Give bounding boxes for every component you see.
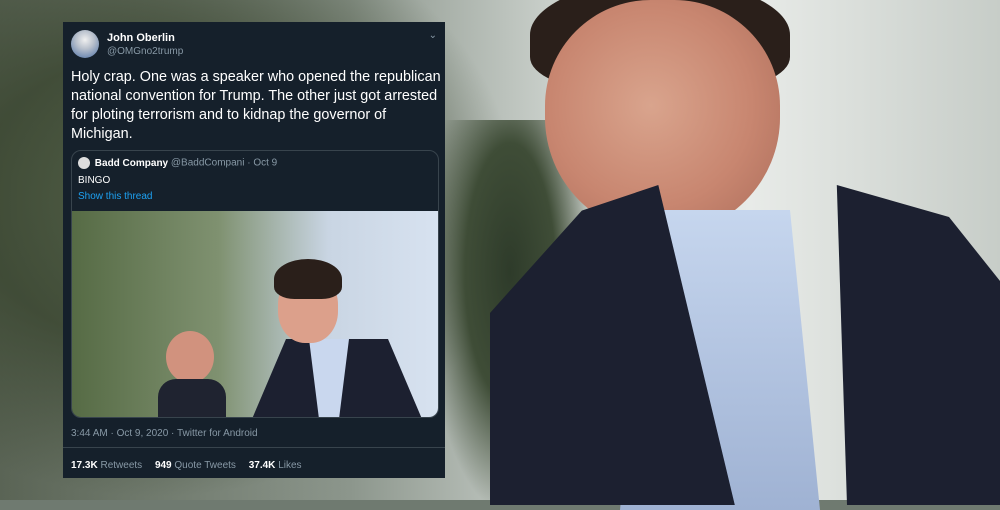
quoted-text: BINGO: [78, 175, 111, 186]
quoted-separator: ·: [244, 157, 254, 169]
likes-label: Likes: [278, 460, 302, 471]
chevron-down-icon[interactable]: ⌄: [429, 30, 437, 41]
quoted-avatar: [78, 157, 90, 169]
quote-tweets-count: 949: [154, 460, 172, 471]
quoted-tweet[interactable]: Badd Company @BaddCompani · Oct 9 BINGO …: [71, 150, 439, 418]
quoted-date: Oct 9: [253, 157, 278, 169]
show-thread-link[interactable]: Show this thread: [78, 191, 153, 202]
tweet-stats: 17.3K Retweets 949 Quote Tweets 37.4K Li…: [71, 460, 312, 471]
photo-person-left: [158, 331, 226, 417]
quoted-author-handle: @BaddCompani: [170, 157, 245, 169]
background-person-face: [545, 0, 780, 235]
quoted-author-name: Badd Company: [94, 157, 169, 169]
author-handle[interactable]: @OMGno2trump: [107, 46, 183, 57]
photo-person-left-body: [158, 379, 226, 417]
quoted-tweet-header: Badd Company @BaddCompani · Oct 9: [78, 157, 277, 171]
likes-count: 37.4K: [248, 460, 276, 471]
quote-tweets-label: Quote Tweets: [174, 460, 236, 471]
quote-tweets-stat[interactable]: 949 Quote Tweets: [155, 460, 236, 471]
timestamp: 3:44 AM · Oct 9, 2020 · Twitter for Andr…: [71, 428, 258, 439]
avatar[interactable]: [71, 30, 99, 58]
photo-person-right-hair: [274, 259, 342, 299]
photo-person-left-face: [166, 331, 214, 383]
retweets-stat[interactable]: 17.3K Retweets: [71, 460, 142, 471]
photo-person-right: [252, 259, 422, 417]
author-name[interactable]: John Oberlin: [107, 32, 175, 44]
likes-stat[interactable]: 37.4K Likes: [249, 460, 302, 471]
tweet-header: John Oberlin @OMGno2trump ⌄: [71, 28, 437, 60]
tweet-card: John Oberlin @OMGno2trump ⌄ Holy crap. O…: [63, 22, 445, 478]
quoted-photo[interactable]: [72, 211, 438, 417]
divider: [63, 447, 445, 448]
tweet-text: Holy crap. One was a speaker who opened …: [71, 69, 441, 142]
retweets-label: Retweets: [100, 460, 143, 471]
retweets-count: 17.3K: [71, 460, 98, 471]
